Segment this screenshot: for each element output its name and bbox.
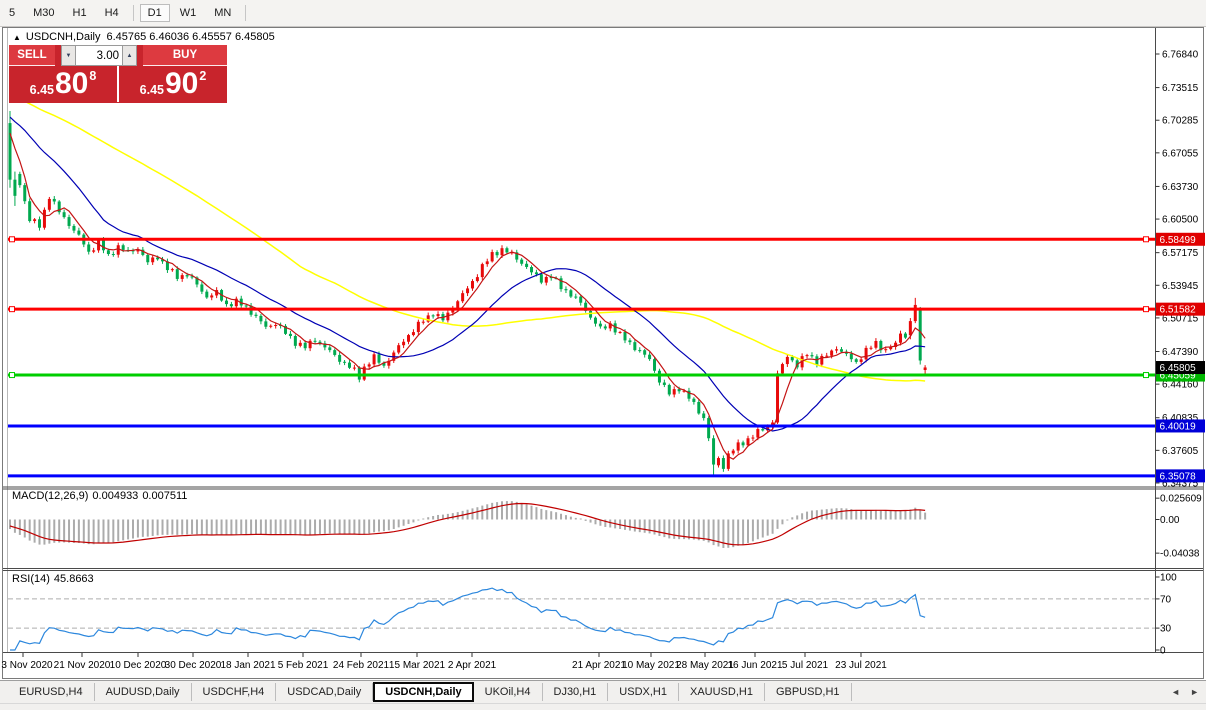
svg-text:6.35078: 6.35078 [1160,471,1197,482]
svg-text:6.58499: 6.58499 [1160,235,1197,246]
tab-usdx-h1[interactable]: USDX,H1 [608,683,679,701]
price-axis-label: 6.70285 [1162,116,1199,127]
date-axis-label: 2 Apr 2021 [448,660,497,671]
timeframe-button-M30[interactable]: M30 [25,4,62,22]
svg-text:6.40019: 6.40019 [1160,421,1197,432]
date-axis-label: 15 Mar 2021 [389,660,446,671]
tab-gbpusd-h1[interactable]: GBPUSD,H1 [765,683,852,701]
tab-usdchf-h4[interactable]: USDCHF,H4 [192,683,277,701]
chart-ohlc-quote: 6.45765 6.46036 6.45557 6.45805 [106,31,274,43]
buy-price-prefix: 6.45 [140,83,164,97]
date-axis-label: 3 Nov 2020 [1,660,53,671]
price-axis-label: 6.63730 [1162,182,1199,193]
timeframe-button-H1[interactable]: H1 [65,4,95,22]
tab-eurusd-h4[interactable]: EURUSD,H4 [8,683,95,701]
buy-price-sup: 2 [199,69,206,83]
price-axis-label: 6.60500 [1162,215,1199,226]
date-axis-label: 28 May 2021 [676,660,734,671]
chart-canvas[interactable]: 6.76840 6.73515 6.70285 6.67055 6.63730 6.605… [0,0,1206,710]
date-axis-label: 5 Feb 2021 [278,660,329,671]
chart-symbol-label: USDCNH,Daily [26,31,101,43]
date-axis-label: 5 Jul 2021 [782,660,829,671]
svg-text:6.45805: 6.45805 [1160,363,1197,374]
tab-xauusd-h1[interactable]: XAUUSD,H1 [679,683,765,701]
price-axis-label: 6.57175 [1162,248,1199,259]
macd-indicator-label: MACD(12,26,9)0.0049330.007511 [12,490,191,502]
date-axis-label: 18 Jan 2021 [220,660,275,671]
price-axis-label: 6.76840 [1162,50,1199,61]
date-axis-label: 10 Dec 2020 [110,660,167,671]
tab-usdcad-daily[interactable]: USDCAD,Daily [276,683,373,701]
sell-price-quote[interactable]: 6.45808 [9,66,117,102]
up-arrow-icon: ▲ [127,53,133,59]
sell-price-sup: 8 [89,69,96,83]
buy-button[interactable]: BUY [143,45,227,66]
macd-histogram [10,501,925,548]
timeframe-button-5[interactable]: 5 [1,4,23,22]
date-axis-label: 10 May 2021 [622,660,680,671]
date-axis-label: 16 Jun 2021 [727,660,782,671]
rsi-axis-label: 0 [1160,646,1166,657]
date-axis-label: 21 Nov 2020 [54,660,111,671]
price-axis-label: 6.47390 [1162,347,1199,358]
sell-price-big: 80 [55,69,88,99]
line-handle[interactable] [10,307,15,312]
price-axis-label: 6.37605 [1162,446,1199,457]
toolbar-separator [245,5,246,21]
chart-header: ▲ USDCNH,Daily 6.45765 6.46036 6.45557 6.4… [13,31,275,43]
status-bar [0,703,1206,710]
price-axis-label: 6.73515 [1162,83,1199,94]
volume-spinner: ▼ ▲ [61,45,137,66]
symbol-tab-bar: EURUSD,H4AUDUSD,DailyUSDCHF,H4USDCAD,Dai… [0,680,1206,703]
timeframe-button-H4[interactable]: H4 [97,4,127,22]
tab-audusd-daily[interactable]: AUDUSD,Daily [95,683,192,701]
line-handle[interactable] [10,373,15,378]
down-arrow-icon: ▼ [66,53,72,59]
sell-price-prefix: 6.45 [30,83,54,97]
rsi-line [10,588,925,650]
date-axis-label: 21 Apr 2021 [572,660,626,671]
rsi-axis-label: 30 [1160,624,1172,635]
volume-decrease-button[interactable]: ▼ [61,45,76,66]
tabs-scroll-left-icon[interactable]: ◄ [1171,687,1180,697]
macd-axis-label: 0.00 [1160,515,1180,526]
date-axis-label: 30 Dec 2020 [165,660,222,671]
volume-input[interactable] [76,45,122,66]
price-axis-label: 6.67055 [1162,148,1199,159]
ma-20-line [10,117,925,431]
tab-ukoil-h4[interactable]: UKOil,H4 [474,683,543,701]
buy-price-big: 90 [165,69,198,99]
timeframe-button-W1[interactable]: W1 [172,4,205,22]
date-axis-label: 23 Jul 2021 [835,660,887,671]
sell-button[interactable]: SELL [9,45,55,66]
rsi-indicator-label: RSI(14)45.8663 [12,573,98,585]
date-axis-label: 24 Feb 2021 [333,660,390,671]
volume-increase-button[interactable]: ▲ [122,45,137,66]
line-handle[interactable] [10,237,15,242]
timeframe-toolbar: 5M30H1H4 D1W1MN [0,0,1206,27]
rsi-axis-label: 100 [1160,573,1177,584]
timeframe-button-D1[interactable]: D1 [140,4,170,22]
rsi-axis-label: 70 [1160,594,1172,605]
collapse-panel-icon[interactable]: ▲ [13,33,21,42]
line-handle[interactable] [1144,237,1149,242]
line-handle[interactable] [1144,373,1149,378]
ma-5-line [10,133,925,459]
price-axis-label: 6.53945 [1162,281,1199,292]
one-click-trade-panel: SELL ▼ ▲ BUY 6.45808 6.45902 [9,45,227,103]
toolbar-separator [133,5,134,21]
chart-window-frame [3,28,1204,679]
line-handle[interactable] [1144,307,1149,312]
timeframe-button-MN[interactable]: MN [206,4,239,22]
tab-usdcnh-daily[interactable]: USDCNH,Daily [373,682,473,702]
macd-axis-label: 0.025609 [1160,494,1202,505]
svg-text:6.51582: 6.51582 [1160,305,1197,316]
macd-axis-label: -0.04038 [1160,549,1200,560]
tab-dj30-h1[interactable]: DJ30,H1 [543,683,609,701]
buy-price-quote[interactable]: 6.45902 [119,66,227,102]
tabs-scroll-right-icon[interactable]: ► [1190,687,1199,697]
